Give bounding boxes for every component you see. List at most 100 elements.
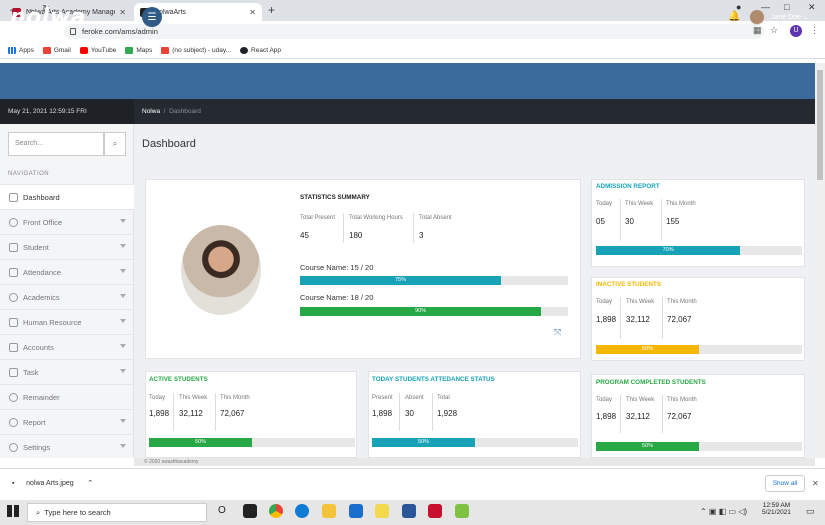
bookmark-apps[interactable]: Apps xyxy=(8,46,34,54)
progress-fill: 50% xyxy=(149,438,252,447)
bookmark-youtube[interactable]: YouTube xyxy=(79,46,116,54)
close-download-bar-icon[interactable]: ✕ xyxy=(812,479,819,488)
qr-code-icon[interactable]: ▦ xyxy=(753,25,762,36)
chrome-icon[interactable] xyxy=(269,504,283,518)
sidebar-item-dashboard[interactable]: Dashboard xyxy=(0,184,134,209)
card-value: 155 xyxy=(666,217,680,226)
profile-photo xyxy=(181,225,261,315)
edge-icon[interactable] xyxy=(295,504,309,518)
card-label: This Week xyxy=(625,201,654,207)
chevron-down-icon xyxy=(120,369,126,373)
course-progress-fill: 75% xyxy=(300,276,501,285)
card-label: Absent xyxy=(405,395,424,401)
sidebar-item-student[interactable]: Student xyxy=(0,234,134,259)
search-button[interactable]: ⌕ xyxy=(104,132,126,156)
bookmark-react-app[interactable]: React App xyxy=(240,46,281,54)
new-tab-plus-icon[interactable]: + xyxy=(268,3,275,17)
bookmark-maps[interactable]: Maps xyxy=(125,46,152,54)
progress-track: 50% xyxy=(596,345,802,354)
bell-icon[interactable]: 🔔 xyxy=(728,11,740,22)
paint-icon[interactable] xyxy=(455,504,469,518)
card-value: 32,112 xyxy=(626,315,650,324)
search-input[interactable]: Search... xyxy=(8,132,104,156)
app-header xyxy=(0,63,815,99)
profile-avatar[interactable]: U xyxy=(790,25,802,37)
divider xyxy=(413,213,414,243)
maps-icon xyxy=(125,46,134,54)
close-tab-icon[interactable]: ✕ xyxy=(119,8,126,17)
sidebar-item-attendance[interactable]: Attendance xyxy=(0,259,134,284)
divider xyxy=(343,213,344,243)
sidebar-item-front-office[interactable]: Front Office xyxy=(0,209,134,234)
progress-fill: 50% xyxy=(596,442,699,451)
card-value: 32,112 xyxy=(626,412,650,421)
address-bar[interactable]: feroke.com/ams/admin xyxy=(64,24,764,39)
bookmark-gmail[interactable]: Gmail xyxy=(42,46,71,54)
bell-outline-icon xyxy=(9,392,18,402)
mail-icon[interactable] xyxy=(349,504,363,518)
sidebar-item-report[interactable]: Report xyxy=(0,409,134,434)
star-icon[interactable]: ☆ xyxy=(770,25,778,36)
card-title: PROGRAM COMPLETED STUDENTS xyxy=(596,379,706,386)
task-view-icon[interactable]: O xyxy=(218,505,226,516)
close-tab-icon[interactable]: ✕ xyxy=(249,8,256,17)
user-menu[interactable]: Jane Doe ⌄ xyxy=(771,13,809,21)
divider xyxy=(620,199,621,241)
show-all-button[interactable]: Show all xyxy=(765,475,805,492)
download-item[interactable]: ▪ nolwa Arts.jpeg ⌃ xyxy=(12,479,93,487)
card-label: Total xyxy=(437,395,450,401)
taskbar-app-icon[interactable] xyxy=(243,504,257,518)
page-footer: © 2020 swasthiacademy xyxy=(134,458,815,466)
chevron-up-icon[interactable]: ⌃ xyxy=(87,480,93,487)
user-avatar[interactable] xyxy=(749,9,765,25)
sidebar-item-human-resource[interactable]: Human Resource xyxy=(0,309,134,334)
users-icon xyxy=(9,317,18,327)
bookmark-gmail-message[interactable]: (no subject) - uday... xyxy=(161,46,231,54)
current-datetime: May 21, 2021 12:59:15 FRI xyxy=(0,99,134,124)
card-value: 30 xyxy=(625,217,634,226)
divider xyxy=(215,393,216,431)
sidebar-item-accounts[interactable]: Accounts xyxy=(0,334,134,359)
breadcrumb: Nolwa / Dashboard xyxy=(142,108,201,115)
sidebar-item-remainder[interactable]: Remainder xyxy=(0,384,134,409)
hamburger-menu-button[interactable]: ☰ xyxy=(142,7,162,27)
divider xyxy=(661,199,662,241)
progress-track: 70% xyxy=(596,246,802,255)
clipboard-icon xyxy=(9,367,18,377)
word-icon[interactable] xyxy=(402,504,416,518)
maximize-icon[interactable]: □ xyxy=(784,2,789,12)
taskbar-search-input[interactable]: ⌕ Type here to search xyxy=(27,503,207,522)
menu-kebab-icon[interactable]: ⋮ xyxy=(810,25,819,36)
gmail-icon xyxy=(42,46,51,54)
nolwa-logo[interactable]: nolwa xyxy=(10,5,86,30)
expand-icon[interactable]: ⤧ xyxy=(554,327,561,338)
windows-start-icon[interactable] xyxy=(7,505,19,517)
system-tray-icons[interactable]: ⌃ ▣ ◧ ▭ ◁) xyxy=(700,507,747,516)
youtube-icon xyxy=(79,46,88,54)
sidebar-item-academics[interactable]: Academics xyxy=(0,284,134,309)
file-icon: ▪ xyxy=(12,480,15,487)
card-value: 1,898 xyxy=(596,412,617,421)
user-icon xyxy=(9,242,18,252)
close-window-icon[interactable]: ✕ xyxy=(808,2,816,13)
search-icon: ⌕ xyxy=(112,139,118,148)
card-label: Present xyxy=(372,395,393,401)
apps-grid-icon xyxy=(8,46,16,54)
taskbar-clock[interactable]: 12:59 AM 5/21/2021 xyxy=(762,502,791,516)
course-label: Course Name: 18 / 20 xyxy=(300,293,374,302)
scrollbar-thumb[interactable] xyxy=(817,70,823,180)
download-bar xyxy=(0,468,825,499)
divider xyxy=(399,393,400,431)
sticky-notes-icon[interactable] xyxy=(375,504,389,518)
sidebar-item-task[interactable]: Task xyxy=(0,359,134,384)
notification-icon[interactable]: ▭ xyxy=(806,506,815,517)
card-title: ADMISSION REPORT xyxy=(596,183,660,190)
breadcrumb-root[interactable]: Nolwa xyxy=(142,108,160,115)
attendance-status-card: TODAY STUDENTS ATTEDANCE STATUS Present … xyxy=(368,371,581,458)
stat-label: Total Working Hours xyxy=(349,215,403,221)
media-app-icon[interactable] xyxy=(428,504,442,518)
card-value: 1,928 xyxy=(437,409,458,418)
file-explorer-icon[interactable] xyxy=(322,504,336,518)
sidebar-item-settings[interactable]: Settings xyxy=(0,434,134,459)
react-icon xyxy=(240,46,249,54)
